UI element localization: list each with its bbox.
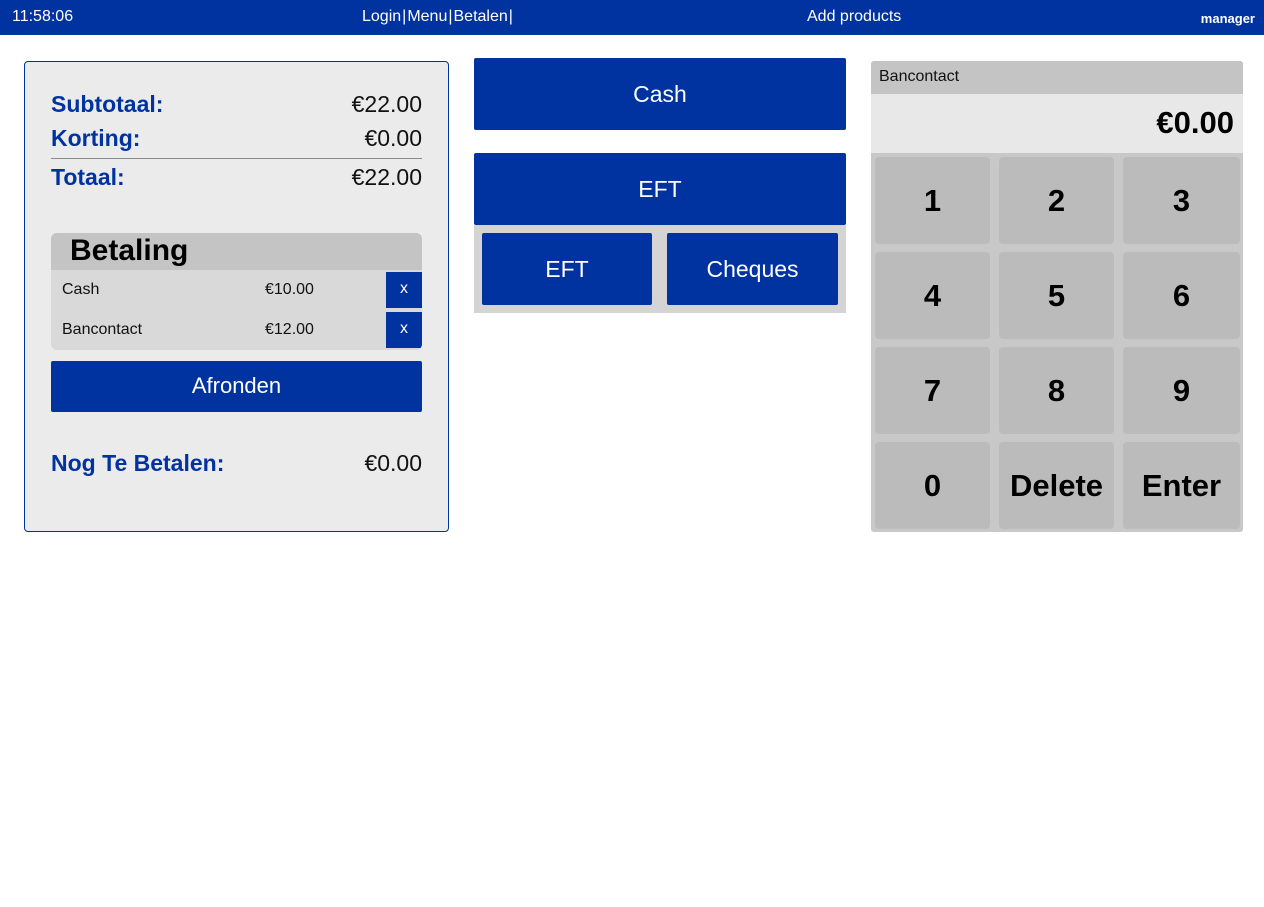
discount-value: €0.00 (364, 125, 422, 151)
key-6[interactable]: 6 (1123, 252, 1240, 339)
payment-amount: €12.00 (265, 321, 314, 338)
key-3[interactable]: 3 (1123, 157, 1240, 244)
page-title[interactable]: Add products (807, 8, 901, 26)
key-4[interactable]: 4 (875, 252, 990, 339)
total-label: Totaal: (51, 164, 125, 190)
remaining-value: €0.00 (364, 450, 422, 476)
key-0[interactable]: 0 (875, 442, 990, 529)
payment-method: Cash (62, 281, 100, 298)
remove-payment-button[interactable]: x (386, 312, 422, 348)
nav-betalen-link[interactable]: Betalen (454, 8, 508, 26)
key-2[interactable]: 2 (999, 157, 1114, 244)
summary-divider (51, 158, 422, 159)
amount-display: €0.00 (871, 94, 1243, 153)
delete-key[interactable]: Delete (999, 442, 1114, 529)
eft-submethod-button[interactable]: EFT (482, 233, 652, 305)
top-nav: Login | Menu | Betalen | (362, 8, 514, 26)
discount-row: Korting: €0.00 (51, 125, 422, 152)
subtotal-value: €22.00 (351, 91, 422, 117)
nav-separator: | (508, 8, 513, 25)
payment-method: Bancontact (62, 321, 143, 338)
keypad-panel: Bancontact €0.00 1 2 3 4 5 6 7 8 9 0 Del… (871, 61, 1243, 532)
cash-method-button[interactable]: Cash (474, 58, 846, 130)
order-summary-panel: Subtotaal: €22.00 Korting: €0.00 Totaal:… (24, 61, 449, 532)
total-value: €22.00 (351, 164, 422, 190)
key-7[interactable]: 7 (875, 347, 990, 434)
clock: 11:58:06 (12, 8, 74, 25)
payment-row: Bancontact €12.00 x (51, 310, 422, 350)
keypad-method-label: Bancontact (871, 61, 1243, 94)
payments-list: Betaling Cash €10.00 x Bancontact €12.00… (51, 233, 422, 350)
payment-row: Cash €10.00 x (51, 270, 422, 310)
cheques-submethod-button[interactable]: Cheques (667, 233, 838, 305)
key-9[interactable]: 9 (1123, 347, 1240, 434)
nav-separator: | (402, 8, 407, 25)
key-1[interactable]: 1 (875, 157, 990, 244)
remove-payment-button[interactable]: x (386, 272, 422, 308)
subtotal-row: Subtotaal: €22.00 (51, 91, 422, 118)
nav-menu-link[interactable]: Menu (407, 8, 447, 26)
top-bar: 11:58:06 Login | Menu | Betalen | Add pr… (0, 0, 1264, 35)
nav-login-link[interactable]: Login (362, 8, 401, 26)
subtotal-label: Subtotaal: (51, 91, 164, 117)
payments-title: Betaling (51, 233, 422, 270)
enter-key[interactable]: Enter (1123, 442, 1240, 529)
nav-separator: | (448, 8, 453, 25)
remaining-label: Nog Te Betalen: (51, 450, 225, 476)
discount-label: Korting: (51, 125, 141, 151)
total-row: Totaal: €22.00 (51, 164, 422, 191)
eft-method-button[interactable]: EFT (474, 153, 846, 225)
key-8[interactable]: 8 (999, 347, 1114, 434)
key-5[interactable]: 5 (999, 252, 1114, 339)
payment-amount: €10.00 (265, 281, 314, 298)
finish-button[interactable]: Afronden (51, 361, 422, 412)
remaining-row: Nog Te Betalen: €0.00 (51, 450, 422, 477)
keypad-grid: 1 2 3 4 5 6 7 8 9 0 Delete Enter (875, 157, 1240, 529)
current-user: manager (1200, 11, 1255, 26)
